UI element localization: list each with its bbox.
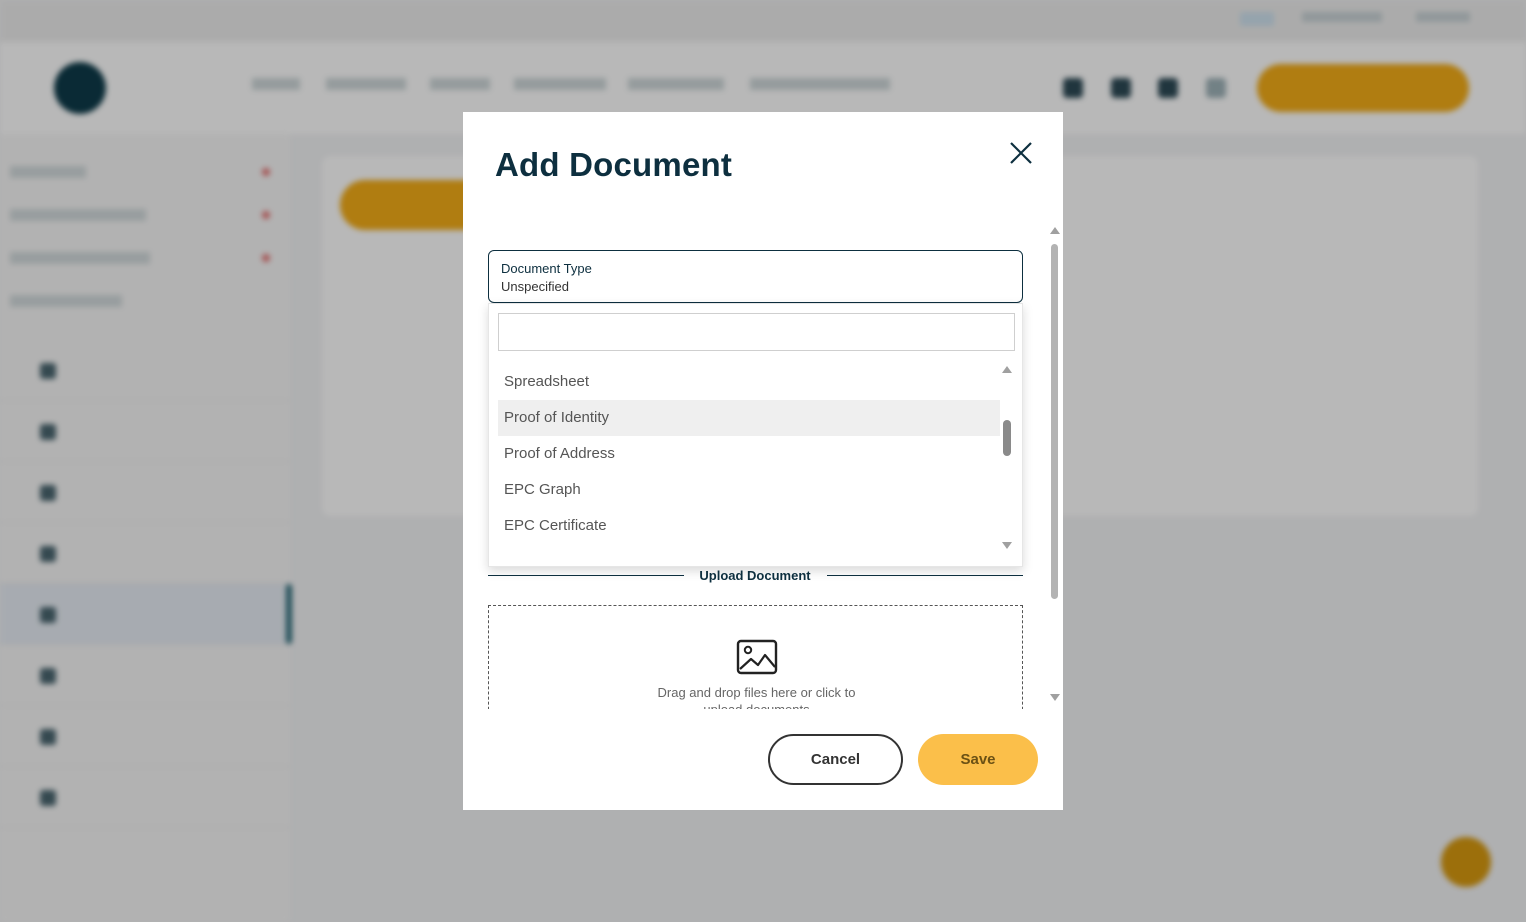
upload-dropzone[interactable]: Drag and drop files here or click to upl…	[488, 605, 1023, 709]
scroll-up-arrow-icon[interactable]	[1050, 227, 1060, 234]
document-type-select[interactable]: Document Type Unspecified	[488, 250, 1023, 303]
upload-section-label: Upload Document	[699, 568, 811, 583]
cancel-button[interactable]: Cancel	[768, 734, 903, 785]
dropdown-option[interactable]: Proof of Address	[498, 436, 1000, 472]
document-type-dropdown: Spreadsheet Proof of Identity Proof of Add…	[488, 303, 1023, 567]
image-icon	[736, 639, 778, 675]
divider-line-right	[827, 575, 1023, 576]
dropdown-scroll-down-icon[interactable]	[1002, 542, 1012, 549]
add-document-modal: Add Document Document Type Unspecified S…	[463, 112, 1063, 810]
modal-title: Add Document	[495, 146, 733, 183]
divider-line-left	[488, 575, 684, 576]
scroll-down-arrow-icon[interactable]	[1050, 694, 1060, 701]
dropdown-options-list: Spreadsheet Proof of Identity Proof of Add…	[498, 364, 1000, 560]
dropdown-scrollbar[interactable]	[1001, 364, 1015, 556]
modal-scroll-thumb[interactable]	[1051, 244, 1058, 599]
save-button[interactable]: Save	[918, 734, 1038, 785]
dropdown-option[interactable]: Proof of Identity	[498, 400, 1000, 436]
dropdown-option[interactable]: Spreadsheet	[498, 364, 1000, 400]
upload-clip: Drag and drop files here or click to upl…	[488, 605, 1028, 709]
dropdown-option[interactable]: EPC Certificate	[498, 508, 1000, 544]
dropdown-search-input[interactable]	[498, 313, 1015, 351]
dropdown-scroll-up-icon[interactable]	[1002, 366, 1012, 373]
dropdown-option[interactable]: EPC Graph	[498, 472, 1000, 508]
document-type-label: Document Type	[501, 261, 592, 276]
close-button[interactable]	[1007, 139, 1035, 167]
close-icon	[1010, 142, 1032, 164]
dropdown-scroll-thumb[interactable]	[1003, 420, 1011, 456]
document-type-value: Unspecified	[501, 279, 569, 294]
upload-hint: Drag and drop files here or click to upl…	[657, 685, 856, 709]
